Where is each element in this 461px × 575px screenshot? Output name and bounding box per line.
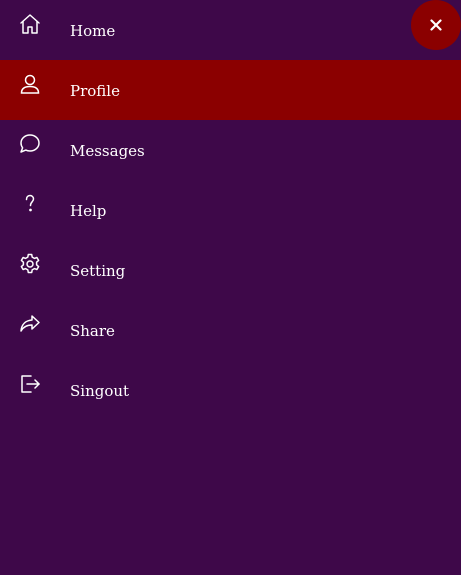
nav-item-label: Help [70,202,107,220]
nav-item-label: Profile [70,82,120,100]
nav-item-share[interactable]: Share [0,300,461,360]
nav-item-label: Setting [70,262,126,280]
nav-item-label: Singout [70,382,130,400]
nav-item-label: Share [70,322,115,340]
nav-item-setting[interactable]: Setting [0,240,461,300]
nav-item-label: Messages [70,142,145,160]
gear-icon [18,252,42,276]
nav-item-home[interactable]: Home [0,0,461,60]
nav-item-help[interactable]: Help [0,180,461,240]
side-menu: Home Profile Messages Help Setting Share… [0,0,461,575]
nav-item-messages[interactable]: Messages [0,120,461,180]
nav-item-signout[interactable]: Singout [0,360,461,420]
nav-item-profile[interactable]: Profile [0,60,461,120]
share-icon [18,312,42,336]
user-icon [18,72,42,96]
close-icon [430,19,442,31]
nav-item-label: Home [70,22,116,40]
chat-icon [18,132,42,156]
home-icon [18,12,42,36]
question-icon [18,192,42,216]
nav-list: Home Profile Messages Help Setting Share… [0,0,461,420]
close-button[interactable] [411,0,461,50]
logout-icon [18,372,42,396]
